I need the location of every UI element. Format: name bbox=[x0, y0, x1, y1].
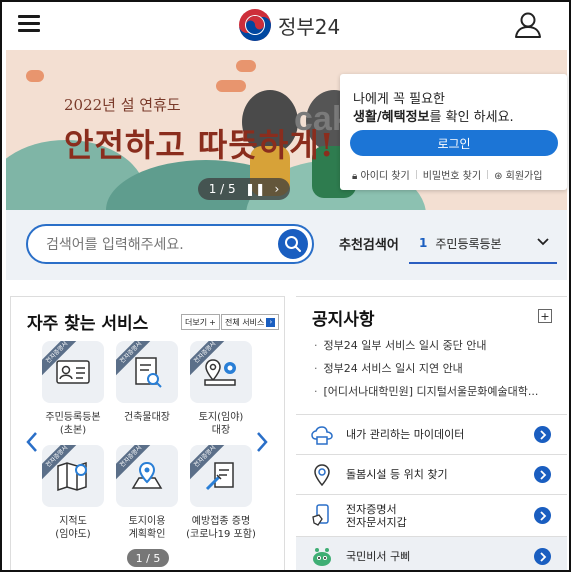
location-pin-icon bbox=[314, 464, 330, 487]
notice-more-plus-icon[interactable]: + bbox=[538, 309, 552, 323]
quick-links-list: 내가 관리하는 마이데이터 돌봄시설 등 위치 찾기 전자증명서 전자문서지갑 국… bbox=[296, 414, 567, 570]
keyword-text: 주민등록등본 bbox=[435, 236, 502, 251]
quick-link-e-certificate[interactable]: 전자증명서 전자문서지갑 bbox=[296, 494, 567, 536]
find-password-link[interactable]: 비밀번호 찾기 bbox=[423, 167, 481, 182]
notice-title: 공지사항 bbox=[312, 310, 375, 330]
cloud-data-icon bbox=[311, 426, 333, 445]
service-cadastral-map[interactable]: 전자증명서 지적도 (임야도) bbox=[37, 445, 109, 541]
syringe-document-icon bbox=[205, 462, 234, 491]
search-input[interactable] bbox=[46, 234, 266, 256]
keyword-rank: 1 bbox=[419, 236, 428, 250]
site-logo[interactable]: 정부24 bbox=[238, 8, 340, 42]
banner-subtitle: 2022년 설 연휴도 bbox=[64, 96, 181, 114]
map-search-icon bbox=[57, 461, 87, 492]
service-vaccination-certificate[interactable]: 전자증명서 예방접종 증명 (코로나19 포함) bbox=[185, 445, 257, 541]
document-search-icon bbox=[135, 357, 162, 388]
next-arrow-icon[interactable] bbox=[255, 431, 269, 453]
quick-link-national-assistant[interactable]: 국민비서 구삐 bbox=[296, 536, 567, 570]
search-box bbox=[26, 224, 314, 264]
hamburger-menu-icon[interactable] bbox=[18, 13, 42, 33]
login-popup: 나에게 꼭 필요한 생활/혜택정보를 확인 하세요. 로그인 🔒︎ 아이디 찾기… bbox=[340, 74, 567, 190]
user-profile-icon[interactable] bbox=[513, 10, 543, 40]
quick-link-mydata[interactable]: 내가 관리하는 마이데이터 bbox=[296, 414, 567, 454]
arrow-right-circle-icon[interactable] bbox=[534, 548, 551, 565]
logo-text: 정부24 bbox=[278, 14, 341, 39]
login-links: 🔒︎ 아이디 찾기 비밀번호 찾기 ⊛ 회원가입 bbox=[352, 167, 542, 182]
pause-icon[interactable]: ❚❚ bbox=[245, 182, 265, 196]
quick-link-care-facility[interactable]: 돌봄시설 등 위치 찾기 bbox=[296, 454, 567, 494]
top-header: 정부24 bbox=[2, 2, 569, 48]
id-card-icon bbox=[56, 360, 90, 384]
plus-icon: + bbox=[209, 317, 216, 327]
search-icon bbox=[285, 236, 301, 252]
login-intro-line1: 나에게 꼭 필요한 bbox=[353, 92, 445, 107]
all-services-button[interactable]: 전체 서비스 › bbox=[221, 314, 280, 330]
arrow-right-circle-icon[interactable] bbox=[534, 466, 551, 483]
land-location-icon bbox=[204, 359, 236, 386]
arrow-right-circle-icon[interactable] bbox=[534, 426, 551, 443]
signup-link[interactable]: ⊛ 회원가입 bbox=[494, 167, 542, 182]
more-button[interactable]: 더보기 + bbox=[181, 314, 220, 330]
service-building-register[interactable]: 전자증명서 건축물대장 bbox=[111, 341, 183, 424]
notice-item[interactable]: 정부24 서비스 일시 지연 안내 bbox=[314, 360, 463, 376]
services-pager: 1 / 5 bbox=[127, 549, 169, 567]
taegeuk-logo-icon bbox=[239, 9, 271, 41]
next-arrow-icon[interactable]: › bbox=[275, 182, 280, 196]
banner-pager: 1 / 5 bbox=[208, 182, 236, 196]
service-land-register[interactable]: 전자증명서 토지(임야) 대장 bbox=[185, 341, 257, 437]
favorite-services-panel: 자주 찾는 서비스 더보기 + 전체 서비스 › 전자증명서 주민등록등본 (초본)… bbox=[10, 296, 285, 570]
notice-item[interactable]: [어디서나대학민원] 디지털서울문화예술대학... bbox=[314, 383, 539, 399]
login-intro-line2: 생활/혜택정보를 확인 하세요. bbox=[353, 110, 514, 125]
map-pin-icon bbox=[131, 461, 163, 489]
favorite-services-title: 자주 찾는 서비스 bbox=[27, 314, 149, 334]
notice-panel: 공지사항 + 정부24 일부 서비스 일시 중단 안내 정부24 서비스 일시 … bbox=[296, 296, 567, 414]
search-section: 추천검색어 1 주민등록등본 bbox=[6, 210, 567, 280]
chevron-down-icon bbox=[537, 238, 549, 246]
find-id-link[interactable]: 🔒︎ 아이디 찾기 bbox=[352, 167, 410, 182]
recommended-keyword-dropdown[interactable]: 1 주민등록등본 bbox=[409, 224, 557, 264]
mobile-wallet-icon bbox=[312, 504, 329, 526]
notice-item[interactable]: 정부24 일부 서비스 일시 중단 안내 bbox=[314, 337, 487, 353]
service-resident-registration[interactable]: 전자증명서 주민등록등본 (초본) bbox=[37, 341, 109, 437]
assistant-robot-icon bbox=[313, 548, 331, 566]
recommended-keywords-label: 추천검색어 bbox=[339, 238, 399, 253]
banner-slider-control[interactable]: 1 / 5 ❚❚ › bbox=[198, 178, 290, 200]
search-button[interactable] bbox=[278, 229, 308, 259]
page-frame: 정부24 2022년 설 연휴도 안전하고 따뜻하게! cake 1 / 5 ❚… bbox=[0, 0, 571, 572]
arrow-right-icon: › bbox=[266, 317, 276, 327]
arrow-right-circle-icon[interactable] bbox=[534, 507, 551, 524]
login-button[interactable]: 로그인 bbox=[350, 130, 558, 156]
service-land-use-plan[interactable]: 전자증명서 토지이용 계획확인 bbox=[111, 445, 183, 541]
